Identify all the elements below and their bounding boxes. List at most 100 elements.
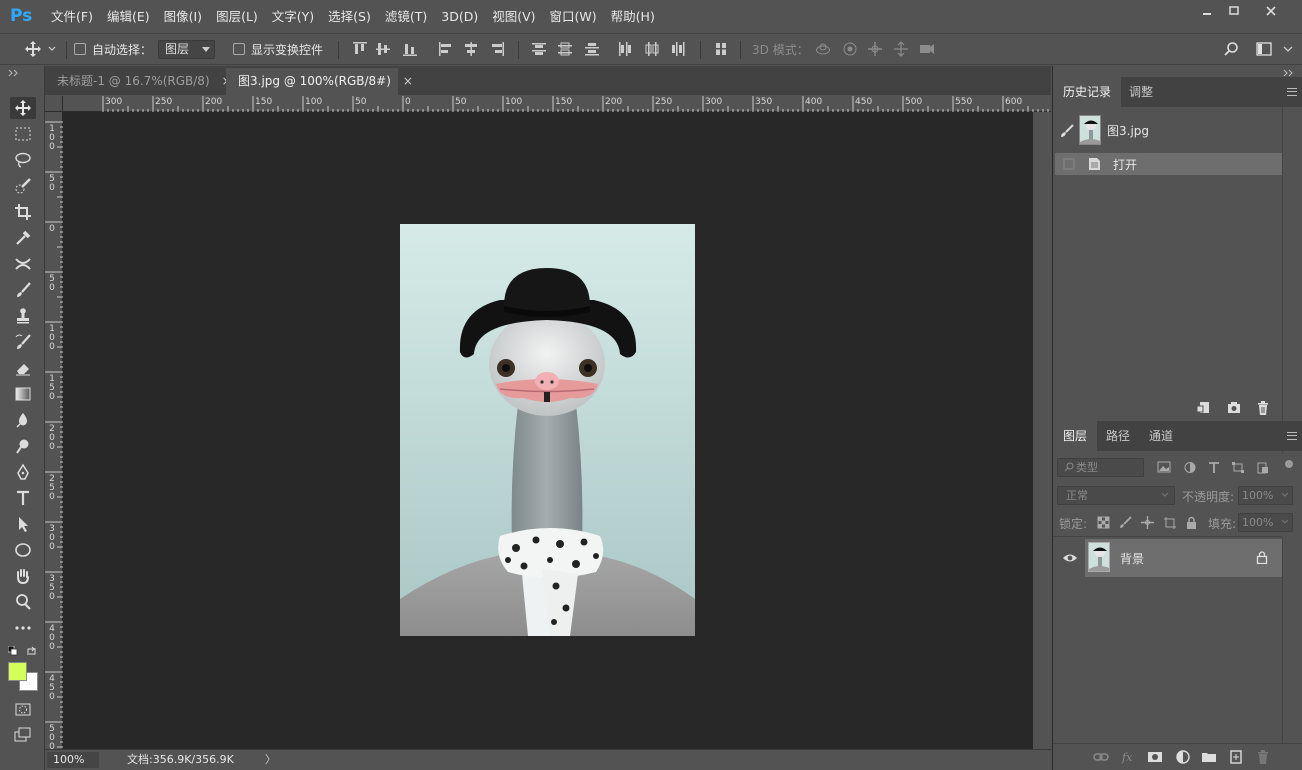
menu-filter[interactable]: 滤镜(T): [378, 0, 434, 33]
new-document-from-state-button[interactable]: [1195, 400, 1211, 416]
workspace-switcher-icon[interactable]: [1256, 41, 1272, 57]
distribute-bottom-icon[interactable]: [584, 41, 600, 57]
distribute-right-icon[interactable]: [670, 41, 686, 57]
align-vertical-center-icon[interactable]: [375, 41, 391, 57]
filter-adjustment-layers-icon[interactable]: [1183, 461, 1197, 474]
opacity-input[interactable]: 100%: [1238, 486, 1293, 505]
maximize-button[interactable]: [1217, 0, 1251, 22]
tool-preset-picker[interactable]: [24, 34, 57, 64]
filter-toggle-switch[interactable]: [1285, 460, 1293, 468]
tab-figure3[interactable]: 图3.jpg @ 100%(RGB/8#) ×: [226, 68, 413, 95]
align-left-icon[interactable]: [438, 41, 454, 57]
tab-untitled-1[interactable]: 未标题-1 @ 16.7%(RGB/8)×: [45, 68, 232, 95]
close-tab-icon[interactable]: ×: [403, 74, 413, 88]
collapse-chevrons-icon[interactable]: [8, 69, 20, 77]
lock-transparent-pixels-icon[interactable]: [1097, 516, 1110, 529]
default-colors-icon[interactable]: [8, 646, 18, 656]
menu-layer[interactable]: 图层(L): [209, 0, 265, 33]
menu-edit[interactable]: 编辑(E): [100, 0, 157, 33]
ruler-origin[interactable]: [45, 96, 63, 112]
blend-mode-select[interactable]: 正常: [1057, 486, 1175, 505]
foreground-color-swatch[interactable]: [8, 662, 27, 681]
marquee-tool[interactable]: [10, 123, 36, 145]
auto-select-checkbox[interactable]: [74, 43, 86, 55]
menu-3d[interactable]: 3D(D): [434, 0, 485, 33]
3d-scale-icon[interactable]: [919, 41, 935, 57]
clone-stamp-tool[interactable]: [10, 305, 36, 327]
align-bottom-icon[interactable]: [402, 41, 418, 57]
screen-mode-button[interactable]: [10, 724, 36, 746]
lock-position-icon[interactable]: [1141, 516, 1154, 529]
eyedropper-tool[interactable]: [10, 227, 36, 249]
layer-filter-select[interactable]: 类型: [1057, 458, 1144, 477]
menu-window[interactable]: 窗口(W): [543, 0, 604, 33]
show-transform-checkbox[interactable]: [233, 43, 245, 55]
layers-scrollbar[interactable]: [1282, 537, 1302, 743]
new-snapshot-button[interactable]: [1226, 400, 1242, 416]
gradient-tool[interactable]: [10, 383, 36, 405]
prevent-auto-nesting-icon[interactable]: [1163, 516, 1176, 529]
pen-tool[interactable]: [10, 461, 36, 483]
tab-layers[interactable]: 图层: [1053, 421, 1098, 451]
new-layer-button[interactable]: [1228, 749, 1244, 765]
3d-slide-icon[interactable]: [893, 41, 909, 57]
delete-layer-button[interactable]: [1255, 749, 1271, 765]
filter-type-layers-icon[interactable]: [1207, 461, 1221, 474]
swap-colors-icon[interactable]: [26, 646, 37, 657]
document-image-ostrich[interactable]: [400, 224, 695, 636]
blur-tool[interactable]: [10, 409, 36, 431]
menu-file[interactable]: 文件(F): [44, 0, 100, 33]
canvas-area[interactable]: [63, 112, 1033, 749]
menu-view[interactable]: 视图(V): [485, 0, 542, 33]
add-layer-style-button[interactable]: fx: [1121, 749, 1137, 765]
history-brush-tool[interactable]: [10, 331, 36, 353]
close-window-button[interactable]: [1254, 0, 1288, 22]
crop-tool[interactable]: [10, 201, 36, 223]
expand-chevrons-icon[interactable]: [1283, 69, 1295, 77]
tab-channels[interactable]: 通道: [1139, 421, 1183, 451]
brush-tool[interactable]: [10, 279, 36, 301]
menu-type[interactable]: 文字(Y): [265, 0, 321, 33]
align-right-icon[interactable]: [489, 41, 505, 57]
menu-help[interactable]: 帮助(H): [604, 0, 662, 33]
align-top-icon[interactable]: [352, 41, 368, 57]
quick-mask-button[interactable]: [10, 698, 36, 720]
tab-paths[interactable]: 路径: [1096, 421, 1140, 451]
history-scrollbar[interactable]: [1282, 107, 1302, 454]
history-snapshot[interactable]: 图3.jpg: [1053, 113, 1283, 147]
more-tools[interactable]: [10, 617, 36, 639]
zoom-tool[interactable]: [10, 591, 36, 613]
new-group-button[interactable]: [1201, 749, 1217, 765]
panel-menu-icon[interactable]: [1287, 88, 1297, 96]
status-menu-arrow[interactable]: 〉: [265, 750, 276, 770]
layer-row-background[interactable]: 背景: [1085, 539, 1283, 577]
link-layers-button[interactable]: [1093, 749, 1109, 765]
add-mask-button[interactable]: [1147, 749, 1163, 765]
distribute-top-icon[interactable]: [531, 41, 547, 57]
zoom-level-field[interactable]: 100%: [47, 752, 99, 768]
search-icon[interactable]: [1223, 41, 1239, 57]
3d-roll-icon[interactable]: [842, 41, 858, 57]
healing-brush-tool[interactable]: [10, 253, 36, 275]
distribute-horizontal-center-icon[interactable]: [644, 41, 660, 57]
hand-tool[interactable]: [10, 565, 36, 587]
distribute-left-icon[interactable]: [617, 41, 633, 57]
auto-align-layers-icon[interactable]: [713, 41, 729, 57]
quick-selection-tool[interactable]: [10, 175, 36, 197]
filter-smart-objects-icon[interactable]: [1256, 461, 1270, 474]
lasso-tool[interactable]: [10, 149, 36, 171]
ellipse-tool[interactable]: [10, 539, 36, 561]
menu-select[interactable]: 选择(S): [321, 0, 378, 33]
fill-input[interactable]: 100%: [1238, 513, 1293, 532]
tab-adjustments[interactable]: 调整: [1119, 77, 1163, 107]
layer-visibility-toggle[interactable]: [1055, 539, 1085, 577]
lock-all-icon[interactable]: [1185, 516, 1198, 529]
path-selection-tool[interactable]: [10, 513, 36, 535]
eraser-tool[interactable]: [10, 357, 36, 379]
3d-orbit-icon[interactable]: [815, 41, 831, 57]
history-brush-source-icon[interactable]: [1059, 123, 1075, 139]
lock-image-pixels-icon[interactable]: [1119, 516, 1132, 529]
panel-menu-icon[interactable]: [1287, 432, 1297, 440]
auto-select-target-select[interactable]: 图层: [158, 40, 215, 59]
tab-history[interactable]: 历史记录: [1053, 77, 1122, 107]
